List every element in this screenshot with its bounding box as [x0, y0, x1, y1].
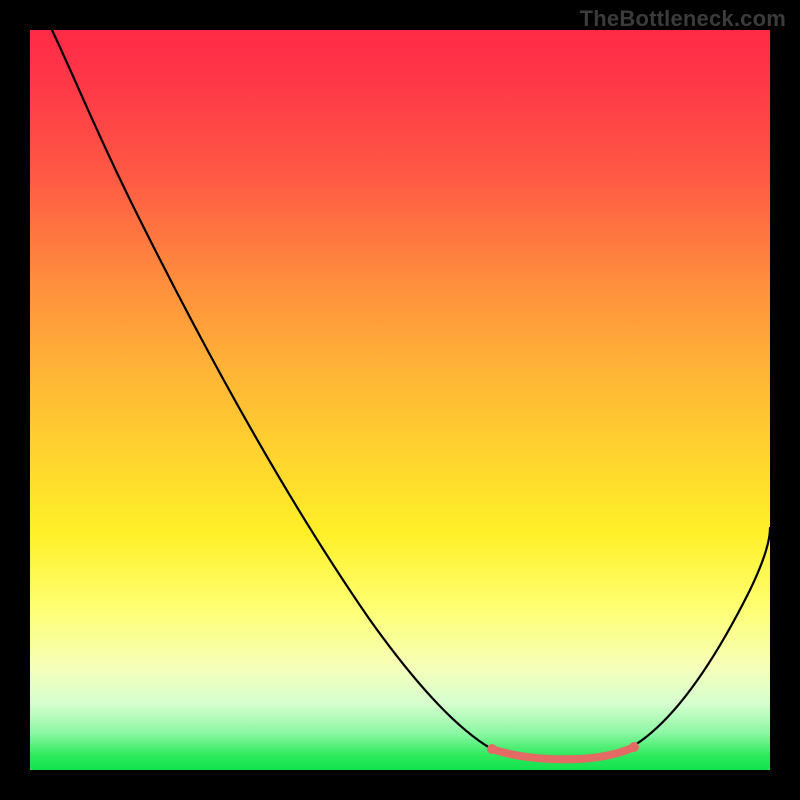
curve-layer	[30, 30, 770, 770]
chart-container: TheBottleneck.com	[0, 0, 800, 800]
optimal-range-end-dot	[629, 742, 639, 752]
watermark-text: TheBottleneck.com	[580, 6, 786, 32]
optimal-range-highlight	[495, 748, 632, 759]
optimal-range-start-dot	[487, 744, 497, 754]
bottleneck-curve	[52, 30, 770, 760]
plot-area	[30, 30, 770, 770]
